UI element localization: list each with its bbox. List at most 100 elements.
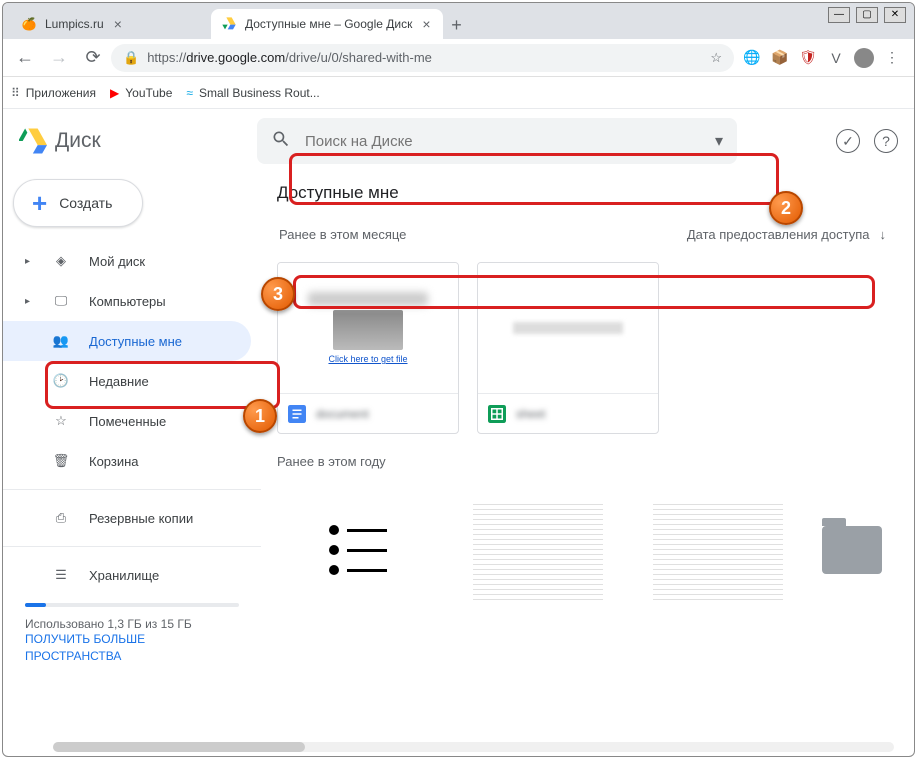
file-preview: Click here to get file	[278, 263, 458, 393]
shared-icon: 👥	[51, 333, 71, 349]
sidebar-item-label: Корзина	[89, 454, 139, 469]
sidebar-item-label: Хранилище	[89, 568, 159, 583]
browser-tab-lumpics[interactable]: 🍊 Lumpics.ru ×	[11, 9, 211, 39]
avatar-icon[interactable]	[854, 48, 874, 68]
ready-offline-icon[interactable]: ✓	[836, 129, 860, 153]
extension-box-icon[interactable]: 📦	[770, 48, 790, 68]
browser-menu-icon[interactable]: ⋮	[882, 48, 902, 68]
sbr-icon: ≈	[186, 86, 193, 100]
sidebar-item-backups[interactable]: ⎙ Резервные копии	[3, 498, 251, 538]
sidebar-item-label: Компьютеры	[89, 294, 166, 309]
create-button[interactable]: + Создать	[13, 179, 143, 227]
extension-shield-icon[interactable]: 🛡	[798, 48, 818, 68]
file-preview	[329, 525, 387, 575]
nav-back-button[interactable]: ←	[9, 42, 41, 74]
sidebar-item-mydrive[interactable]: ▸ ◈ Мой диск	[3, 241, 251, 281]
new-tab-button[interactable]: +	[443, 11, 471, 39]
plus-icon: +	[32, 188, 47, 219]
omnibox[interactable]: 🔒 https://drive.google.com/drive/u/0/sha…	[111, 44, 734, 72]
storage-upgrade-link[interactable]: ПОЛУЧИТЬ БОЛЬШЕ ПРОСТРАНСТВА	[25, 631, 239, 665]
search-dropdown-icon[interactable]: ▾	[715, 131, 723, 151]
lock-icon: 🔒	[123, 50, 139, 66]
drive-header: Диск ▾ ✓ ?	[3, 109, 914, 173]
search-icon	[271, 129, 291, 154]
section-label: Ранее в этом году	[271, 454, 894, 475]
window-close-button[interactable]: ✕	[884, 7, 906, 23]
tab-title: Lumpics.ru	[45, 17, 104, 31]
bookmark-youtube[interactable]: ▶ YouTube	[110, 86, 172, 100]
file-card[interactable]	[457, 485, 619, 615]
storage-bar	[25, 603, 239, 607]
search-box[interactable]: ▾	[257, 118, 737, 164]
window-maximize-button[interactable]: ▢	[856, 7, 878, 23]
tab-strip: 🍊 Lumpics.ru × Доступные мне – Google Ди…	[3, 3, 914, 39]
drive-logo[interactable]: Диск	[19, 127, 249, 155]
page-title: Доступные мне	[271, 173, 894, 221]
extension-v-icon[interactable]: V	[826, 48, 846, 68]
bookmark-apps[interactable]: ⠿ Приложения	[11, 86, 96, 100]
google-sheet-icon	[488, 405, 506, 423]
file-card-doc[interactable]: Click here to get file document	[277, 262, 459, 434]
file-name: sheet	[516, 407, 545, 421]
drive-logo-icon	[19, 127, 47, 155]
expand-arrow-icon[interactable]: ▸	[25, 296, 33, 307]
file-card-folder[interactable]	[817, 485, 888, 615]
storage-icon: ☰	[51, 567, 71, 583]
bookmark-label: Small Business Rout...	[199, 86, 320, 100]
help-icon[interactable]: ?	[874, 129, 898, 153]
sidebar: + Создать ▸ ◈ Мой диск ▸ 🖵 Компьютеры 👥 …	[3, 173, 261, 756]
window-minimize-button[interactable]: —	[828, 7, 850, 23]
sort-arrow-icon: ↓	[880, 227, 887, 242]
file-preview	[478, 263, 658, 393]
bookmarks-bar: ⠿ Приложения ▶ YouTube ≈ Small Business …	[3, 77, 914, 109]
recent-icon: 🕑	[51, 373, 71, 389]
sidebar-separator	[3, 489, 261, 490]
file-card[interactable]	[277, 485, 439, 615]
google-doc-icon	[288, 405, 306, 423]
storage-used-text: Использовано 1,3 ГБ из 15 ГБ	[25, 617, 239, 631]
extension-globe-icon[interactable]: 🌐	[742, 48, 762, 68]
shared-folder-icon	[822, 526, 882, 574]
address-bar: ← → ⟳ 🔒 https://drive.google.com/drive/u…	[3, 39, 914, 77]
create-label: Создать	[59, 195, 112, 211]
youtube-icon: ▶	[110, 86, 119, 100]
tab-close-icon[interactable]: ×	[420, 14, 432, 34]
url-text: https://drive.google.com/drive/u/0/share…	[147, 50, 432, 65]
file-preview	[473, 500, 603, 600]
sidebar-item-starred[interactable]: ☆ Помеченные	[3, 401, 251, 441]
search-input[interactable]	[305, 133, 701, 150]
mydrive-icon: ◈	[51, 253, 71, 269]
section-label: Ранее в этом месяце	[279, 227, 406, 242]
backups-icon: ⎙	[51, 510, 71, 526]
expand-arrow-icon[interactable]: ▸	[25, 256, 33, 267]
starred-icon: ☆	[51, 413, 71, 429]
sidebar-item-label: Резервные копии	[89, 511, 193, 526]
bookmark-label: Приложения	[26, 86, 96, 100]
bookmark-star-icon[interactable]: ☆	[710, 50, 722, 66]
favicon-lumpics-icon: 🍊	[21, 16, 37, 32]
tab-title: Доступные мне – Google Диск	[245, 17, 412, 31]
browser-tab-drive[interactable]: Доступные мне – Google Диск ×	[211, 9, 443, 39]
bookmark-sbr[interactable]: ≈ Small Business Rout...	[186, 86, 319, 100]
file-card-sheet[interactable]: sheet	[477, 262, 659, 434]
horizontal-scrollbar[interactable]	[53, 742, 894, 752]
apps-grid-icon: ⠿	[11, 86, 20, 100]
tab-close-icon[interactable]: ×	[112, 14, 124, 34]
sidebar-item-recent[interactable]: 🕑 Недавние	[3, 361, 251, 401]
sidebar-item-label: Недавние	[89, 374, 149, 389]
bookmark-label: YouTube	[125, 86, 172, 100]
sidebar-item-label: Доступные мне	[89, 334, 182, 349]
nav-reload-button[interactable]: ⟳	[77, 42, 109, 74]
sidebar-item-shared[interactable]: 👥 Доступные мне	[3, 321, 251, 361]
nav-forward-button[interactable]: →	[43, 42, 75, 74]
favicon-drive-icon	[221, 16, 237, 32]
sort-button[interactable]: Дата предоставления доступа ↓	[687, 227, 886, 242]
drive-logo-text: Диск	[55, 129, 101, 153]
sidebar-item-storage[interactable]: ☰ Хранилище	[3, 555, 251, 595]
file-card[interactable]	[637, 485, 799, 615]
content-area: Доступные мне Ранее в этом месяце Дата п…	[261, 173, 914, 756]
sidebar-item-trash[interactable]: 🗑 Корзина	[3, 441, 251, 481]
sort-label: Дата предоставления доступа	[687, 227, 870, 242]
trash-icon: 🗑	[51, 453, 71, 469]
sidebar-item-computers[interactable]: ▸ 🖵 Компьютеры	[3, 281, 251, 321]
